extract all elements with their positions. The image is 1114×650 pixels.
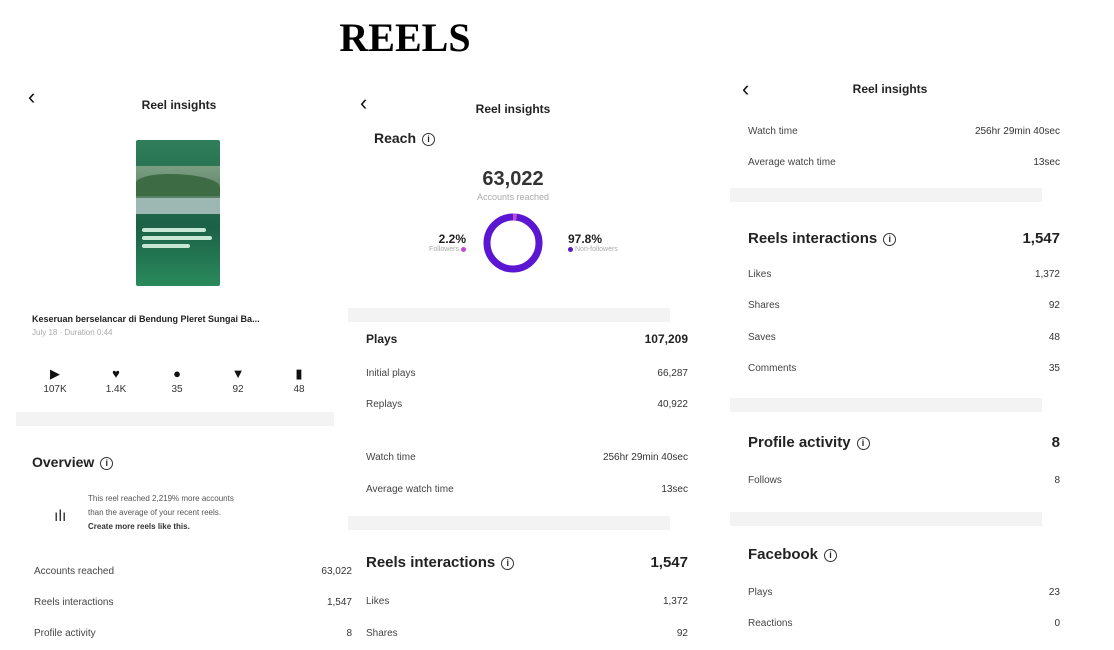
row-profile-activity[interactable]: Profile activity 8 [20,628,366,639]
stat-shares: ▼ 92 [215,366,261,395]
share-icon: ▼ [231,366,245,381]
followers-share: 2.2% Followers [429,232,466,253]
header-title: Reel insights [475,102,551,116]
row-plays[interactable]: Plays 107,209 [352,332,702,346]
row-reels-interactions[interactable]: Reels interactions i 1,547 [352,554,702,571]
row-facebook-plays[interactable]: Plays 23 [734,587,1074,598]
section-divider [730,512,1042,526]
header-title: Reel insights [141,98,217,112]
info-icon[interactable]: i [501,556,515,570]
stat-likes: ♥ 1.4K [93,366,139,395]
row-accounts-reached[interactable]: Accounts reached 63,022 [20,566,366,577]
reach-label: Accounts reached [476,192,550,202]
play-icon: ▶ [50,366,60,381]
reel-insights-panel-1: ‹ Reel insights Keseruan berselancar di … [16,82,352,650]
bookmark-icon: ▮ [295,366,303,381]
insights-glyph-icon: ılı [54,508,67,525]
reel-meta: July 18 · Duration 0:44 [32,328,113,337]
row-watch-time[interactable]: Watch time 256hr 29min 40sec [734,126,1074,137]
info-icon[interactable]: i [824,548,838,562]
row-likes[interactable]: Likes 1,372 [352,596,702,607]
nonfollowers-share: 97.8% Non-followers [568,232,618,253]
section-divider [16,412,334,426]
reach-value: 63,022 [482,168,544,190]
section-divider [348,308,670,322]
row-reels-interactions[interactable]: Reels interactions 1,547 [20,597,366,608]
info-icon[interactable]: i [883,232,897,246]
row-watch-time[interactable]: Watch time 256hr 29min 40sec [352,452,702,463]
stat-comments: ● 35 [154,366,200,395]
reel-thumbnail[interactable] [136,140,220,286]
row-saves[interactable]: Saves 48 [734,332,1074,343]
panel-header: ‹ Reel insights [20,82,338,116]
row-likes[interactable]: Likes 1,372 [734,269,1074,280]
row-facebook[interactable]: Facebook i [734,546,1074,563]
reel-title: Keseruan berselancar di Bendung Pleret S… [32,314,260,324]
info-icon[interactable]: i [100,456,114,470]
row-comments[interactable]: Comments 35 [734,363,1074,374]
row-average-watch-time[interactable]: Average watch time 13sec [734,157,1074,168]
comment-icon: ● [173,366,181,381]
row-shares[interactable]: Shares 92 [734,300,1074,311]
reel-insights-panel-2: ‹ Reel insights Reach i 63,022 Accounts r… [348,88,688,650]
section-divider [730,398,1042,412]
panel-header: ‹ Reel insights [352,88,674,122]
panel-header: ‹ Reel insights [734,68,1046,102]
overview-info-box: ılı This reel reached 2,219% more accoun… [54,494,234,531]
reach-title: Reach i [374,130,436,146]
reel-stats: ▶ 107K ♥ 1.4K ● 35 ▼ 92 ▮ 48 [32,366,322,395]
create-more-link[interactable]: Create more reels like this. [88,522,190,531]
header-title: Reel insights [852,82,928,96]
info-icon[interactable]: i [422,132,436,146]
row-follows[interactable]: Follows 8 [734,475,1074,486]
stat-plays: ▶ 107K [32,366,78,395]
stat-saves: ▮ 48 [276,366,322,395]
reach-donut-chart [483,213,543,273]
heart-icon: ♥ [112,366,120,381]
page-title: REELS [339,15,471,60]
section-divider [730,188,1042,202]
row-average-watch-time[interactable]: Average watch time 13sec [352,484,702,495]
row-shares[interactable]: Shares 92 [352,628,702,639]
info-icon[interactable]: i [856,436,870,450]
row-reels-interactions[interactable]: Reels interactions i 1,547 [734,230,1074,247]
overview-title: Overview i [32,454,114,470]
donut-nonfollowers-arc [483,213,543,273]
row-initial-plays[interactable]: Initial plays 66,287 [352,368,702,379]
row-replays[interactable]: Replays 40,922 [352,399,702,410]
row-facebook-reactions[interactable]: Reactions 0 [734,618,1074,629]
section-divider [348,516,670,530]
reel-insights-panel-3: ‹ Reel insights Watch time 256hr 29min 40… [730,68,1060,650]
row-profile-activity[interactable]: Profile activity i 8 [734,434,1074,451]
